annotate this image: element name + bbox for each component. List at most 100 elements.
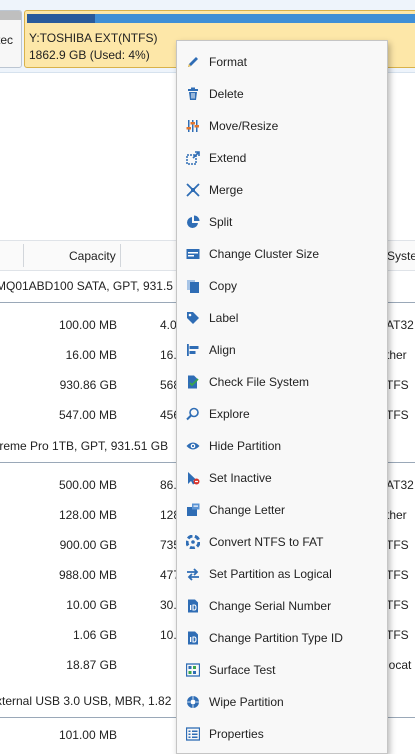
merge-icon	[186, 183, 200, 197]
capacity-cell: 18.87 GB	[66, 658, 117, 672]
partition-usage-bar	[27, 14, 415, 23]
capacity-cell: 1.06 GB	[72, 628, 117, 642]
menu-item-surface-test[interactable]: Surface Test	[177, 654, 387, 686]
column-header-filesystem[interactable]: Syste	[387, 249, 415, 263]
filesystem-cell: TFS	[386, 598, 409, 612]
cluster-size-icon	[186, 247, 200, 261]
properties-list-icon	[186, 727, 200, 741]
menu-item-wipe-partition[interactable]: Wipe Partition	[177, 686, 387, 718]
filesystem-cell: TFS	[386, 568, 409, 582]
capacity-cell: 16.00 MB	[65, 348, 117, 362]
menu-item-set-partition-as-logical[interactable]: Set Partition as Logical	[177, 558, 387, 590]
copy-icon	[186, 279, 200, 293]
convert-icon	[186, 535, 200, 549]
swap-arrows-icon	[186, 567, 200, 581]
column-separator[interactable]	[120, 244, 121, 267]
set-inactive-icon	[186, 471, 200, 485]
menu-item-label: Set Partition as Logical	[209, 567, 332, 581]
menu-item-label: Extend	[209, 151, 247, 165]
pie-split-icon	[186, 215, 200, 229]
partition-size-info: 1862.9 GB (Used: 4%)	[29, 48, 150, 62]
menu-item-label: Change Serial Number	[209, 599, 332, 613]
disk-description: xternal USB 3.0 USB, MBR, 1.82	[0, 694, 172, 708]
menu-item-copy[interactable]: Copy	[177, 270, 387, 302]
partition-block-previous[interactable]: tec	[0, 10, 22, 68]
menu-item-label[interactable]: Label	[177, 302, 387, 334]
menu-item-label: Hide Partition	[209, 439, 282, 453]
tag-icon	[186, 311, 200, 325]
filesystem-cell: ther	[386, 508, 407, 522]
serial-id-icon	[186, 599, 200, 613]
capacity-cell: 101.00 MB	[58, 728, 117, 742]
filesystem-cell: TFS	[386, 408, 409, 422]
menu-item-label: Check File System	[209, 375, 310, 389]
align-icon	[186, 343, 200, 357]
menu-item-label: Convert NTFS to FAT	[209, 535, 324, 549]
menu-item-label: Wipe Partition	[209, 695, 284, 709]
filesystem-cell: AT32	[386, 318, 414, 332]
change-letter-icon	[186, 503, 200, 517]
sliders-icon	[186, 119, 200, 133]
check-document-icon	[186, 375, 200, 389]
wipe-icon	[186, 695, 200, 709]
menu-item-format[interactable]: Format	[177, 46, 387, 78]
menu-item-change-cluster-size[interactable]: Change Cluster Size	[177, 238, 387, 270]
menu-item-label: Align	[209, 343, 236, 357]
menu-item-extend[interactable]: Extend	[177, 142, 387, 174]
used-cell: 4.0	[160, 318, 177, 332]
filesystem-cell: locat	[386, 658, 412, 672]
disk-description: treme Pro 1TB, GPT, 931.51 GB	[0, 439, 169, 453]
filesystem-cell: AT32	[386, 478, 414, 492]
menu-item-properties[interactable]: Properties	[177, 718, 387, 750]
capacity-cell: 100.00 MB	[58, 318, 117, 332]
extend-icon	[186, 151, 200, 165]
capacity-cell: 988.00 MB	[58, 568, 117, 582]
menu-item-label: Delete	[209, 87, 244, 101]
menu-item-merge[interactable]: Merge	[177, 174, 387, 206]
filesystem-cell: TFS	[386, 628, 409, 642]
filesystem-cell: TFS	[386, 538, 409, 552]
capacity-cell: 10.00 GB	[66, 598, 117, 612]
menu-item-move-resize[interactable]: Move/Resize	[177, 110, 387, 142]
partition-block-label: tec	[0, 33, 14, 47]
menu-item-check-file-system[interactable]: Check File System	[177, 366, 387, 398]
menu-item-label: Move/Resize	[209, 119, 279, 133]
magnifier-icon	[186, 407, 200, 421]
disk-description: MQ01ABD100 SATA, GPT, 931.5	[0, 279, 173, 293]
menu-item-label: Change Cluster Size	[209, 247, 320, 261]
menu-item-label: Change Partition Type ID	[209, 631, 343, 645]
menu-item-convert-ntfs-to-fat[interactable]: Convert NTFS to FAT	[177, 526, 387, 558]
type-id-icon	[186, 631, 200, 645]
filesystem-cell: TFS	[386, 378, 409, 392]
menu-item-change-serial-number[interactable]: Change Serial Number	[177, 590, 387, 622]
capacity-cell: 500.00 MB	[58, 478, 117, 492]
trash-icon	[186, 87, 200, 101]
menu-item-explore[interactable]: Explore	[177, 398, 387, 430]
menu-item-delete[interactable]: Delete	[177, 78, 387, 110]
menu-item-change-letter[interactable]: Change Letter	[177, 494, 387, 526]
capacity-cell: 930.86 GB	[59, 378, 117, 392]
capacity-cell: 128.00 MB	[58, 508, 117, 522]
menu-item-hide-partition[interactable]: Hide Partition	[177, 430, 387, 462]
menu-item-set-inactive[interactable]: Set Inactive	[177, 462, 387, 494]
menu-item-change-partition-type-id[interactable]: Change Partition Type ID	[177, 622, 387, 654]
menu-item-split[interactable]: Split	[177, 206, 387, 238]
partition-usage-bar	[0, 11, 21, 20]
menu-item-align[interactable]: Align	[177, 334, 387, 366]
menu-item-label: Merge	[209, 183, 244, 197]
menu-item-label: Copy	[209, 279, 238, 293]
capacity-cell: 547.00 MB	[58, 408, 117, 422]
partition-usage-fill	[27, 14, 95, 23]
column-header-capacity[interactable]: Capacity	[69, 249, 116, 263]
partition-context-menu: Format Delete Move/Resize Extend Merge S…	[176, 40, 388, 754]
surface-test-icon	[186, 663, 200, 677]
partition-name: Y:TOSHIBA EXT(NTFS)	[29, 31, 158, 45]
menu-item-label: Surface Test	[209, 663, 276, 677]
pencil-icon	[186, 55, 200, 69]
menu-item-label: Split	[209, 215, 233, 229]
menu-item-label: Properties	[209, 727, 264, 741]
filesystem-cell: ther	[386, 348, 407, 362]
menu-item-label: Explore	[209, 407, 250, 421]
column-separator[interactable]	[23, 244, 24, 267]
menu-item-label: Set Inactive	[209, 471, 272, 485]
